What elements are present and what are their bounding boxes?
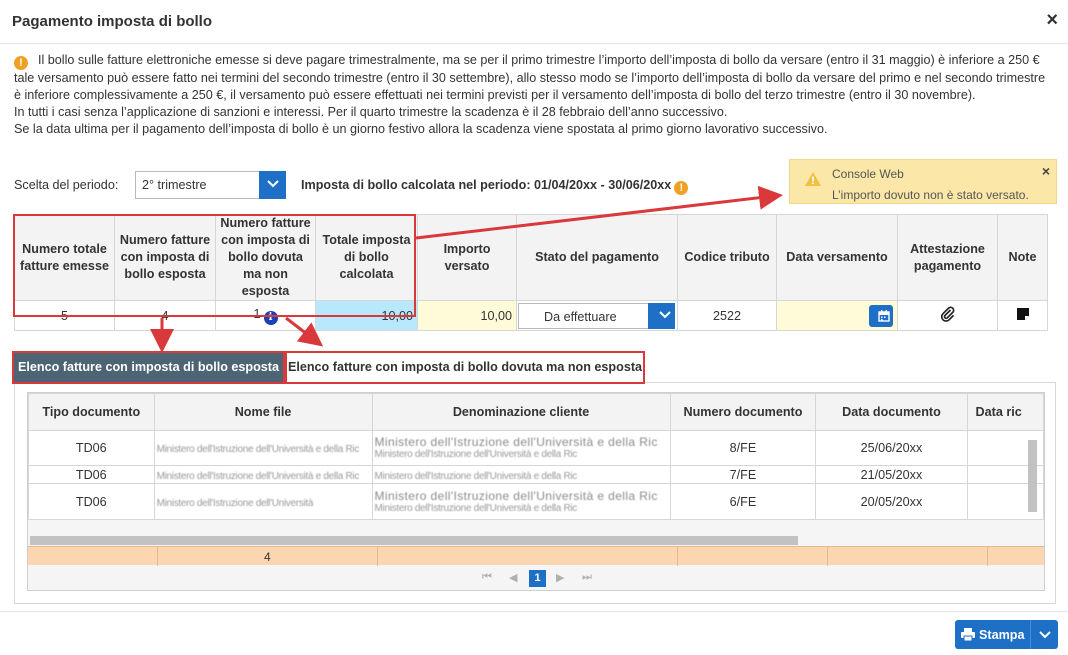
info-icon: ! [14, 56, 28, 70]
info-para-2: In tutti i casi senza l’applicazione di … [14, 105, 728, 119]
chevron-down-icon[interactable] [1039, 631, 1051, 639]
table-row[interactable]: TD06 Ministero dell'Istruzione dell'Univ… [28, 430, 1044, 466]
chevron-down-icon[interactable] [259, 171, 286, 199]
col-denominazione-cliente[interactable]: Denominazione cliente [371, 393, 671, 431]
cell-data-versamento[interactable] [776, 300, 898, 331]
info-icon[interactable]: ! [674, 181, 689, 195]
cell-numero: 7/FE [669, 465, 817, 484]
header-codice-tributo: Codice tributo [677, 214, 777, 301]
col-tipo-documento[interactable]: Tipo documento [28, 393, 155, 431]
total-count: 4 [264, 550, 271, 564]
calculated-period-text: Imposta di bollo calcolata nel periodo: … [301, 178, 689, 195]
cell-tipo: TD06 [28, 465, 155, 484]
cell-numero: 8/FE [669, 430, 817, 466]
dialog-title: Pagamento imposta di bollo [12, 13, 213, 30]
cell-importo-versato[interactable]: 10,00 [417, 300, 517, 331]
cell-note [997, 300, 1048, 331]
header-importo-versato: Importo versato [417, 214, 517, 301]
close-icon[interactable]: × [1042, 163, 1050, 179]
highlight-box-tab-non-esposta [285, 351, 645, 384]
cell-data: 21/05/20xx [815, 465, 968, 484]
prev-page-icon[interactable]: ◀ [509, 571, 517, 584]
total-row: 4 [28, 546, 1044, 566]
period-select[interactable]: 2° trimestre [135, 171, 286, 199]
cell-nome-file: Ministero dell'Istruzione dell'Universit… [153, 430, 373, 466]
invoices-panel: Tipo documento Nome file Denominazione c… [14, 382, 1056, 604]
table-row[interactable]: TD06 Ministero dell'Istruzione dell'Univ… [28, 483, 1044, 520]
dialog-header: Pagamento imposta di bollo × [0, 0, 1068, 44]
cell-data: 25/06/20xx [815, 430, 968, 466]
warning-icon [805, 172, 821, 186]
cell-nome-file: Ministero dell'Istruzione dell'Universit… [153, 483, 373, 520]
invoices-table: Tipo documento Nome file Denominazione c… [28, 393, 1044, 520]
close-icon[interactable]: × [1046, 9, 1058, 32]
invoices-grid: Tipo documento Nome file Denominazione c… [27, 392, 1045, 591]
footer-divider [0, 611, 1068, 612]
cell-nome-file: Ministero dell'Istruzione dell'Universit… [153, 465, 373, 484]
info-para-1: Il bollo sulle fatture elettroniche emes… [14, 53, 1046, 102]
cell-attestazione [897, 300, 998, 331]
calendar-icon[interactable] [869, 305, 893, 327]
cell-stato-pagamento: Da effettuare [516, 300, 678, 331]
current-page[interactable]: 1 [529, 570, 546, 587]
header-attestazione: Attestazione pagamento [897, 214, 998, 301]
print-button[interactable]: Stampa [955, 620, 1058, 649]
first-page-icon[interactable]: ⏮ [482, 571, 492, 584]
col-data-documento[interactable]: Data documento [815, 393, 968, 431]
vertical-scrollbar[interactable] [1028, 440, 1037, 512]
stato-pagamento-select[interactable]: Da effettuare [518, 303, 675, 329]
col-nome-file[interactable]: Nome file [153, 393, 373, 431]
next-page-icon[interactable]: ▶ [556, 571, 564, 584]
stato-pagamento-value: Da effettuare [544, 310, 617, 324]
header-data-versamento: Data versamento [776, 214, 898, 301]
highlight-box-tab-esposta [12, 351, 285, 384]
horizontal-scrollbar[interactable] [30, 536, 798, 545]
cell-cliente: Ministero dell'Istruzione dell'Universit… [371, 430, 671, 466]
header-stato-pagamento: Stato del pagamento [516, 214, 678, 301]
header-note: Note [997, 214, 1048, 301]
cell-data: 20/05/20xx [815, 483, 968, 520]
paperclip-icon[interactable] [940, 306, 956, 322]
period-row: Scelta del periodo: 2° trimestre Imposta… [14, 171, 774, 199]
note-icon[interactable] [1016, 307, 1030, 321]
col-data-ricezione[interactable]: Data ric [966, 393, 1044, 431]
highlight-box-summary [13, 214, 416, 317]
pager: ⏮ ◀ 1 ▶ ⏭ [28, 565, 1044, 590]
cell-tipo: TD06 [28, 483, 155, 520]
toast-message: L’importo dovuto non è stato versato. [832, 188, 1029, 202]
cell-cliente: Ministero dell'Istruzione dell'Universit… [371, 465, 671, 484]
toast-title: Console Web [832, 167, 904, 181]
cell-cliente: Ministero dell'Istruzione dell'Universit… [371, 483, 671, 520]
cell-numero: 6/FE [669, 483, 817, 520]
console-web-toast: Console Web L’importo dovuto non è stato… [789, 159, 1057, 204]
col-numero-documento[interactable]: Numero documento [669, 393, 817, 431]
chevron-down-icon[interactable] [648, 303, 675, 329]
period-label: Scelta del periodo: [14, 178, 119, 192]
info-text: ! Il bollo sulle fatture elettroniche eme… [14, 52, 1054, 138]
cell-tipo: TD06 [28, 430, 155, 466]
last-page-icon[interactable]: ⏭ [582, 571, 592, 584]
print-label: Stampa [979, 628, 1025, 642]
cell-codice-tributo: 2522 [677, 300, 777, 331]
printer-icon [961, 628, 975, 641]
table-row[interactable]: TD06 Ministero dell'Istruzione dell'Univ… [28, 465, 1044, 484]
period-select-value: 2° trimestre [142, 178, 207, 192]
info-para-3: Se la data ultima per il pagamento dell’… [14, 122, 828, 136]
